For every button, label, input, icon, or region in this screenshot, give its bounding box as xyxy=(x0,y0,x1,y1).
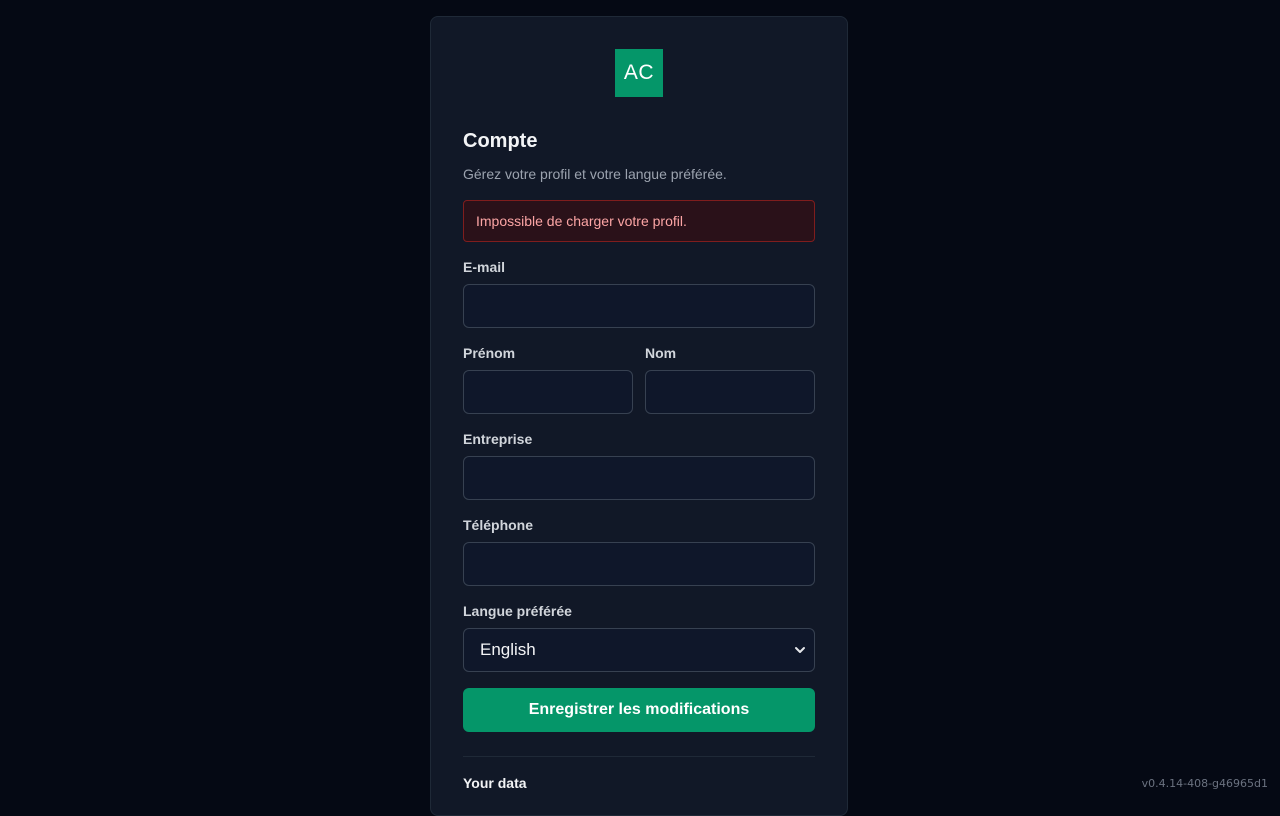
phone-label: Téléphone xyxy=(463,516,815,534)
page-title: Compte xyxy=(463,129,815,153)
save-button[interactable]: Enregistrer les modifications xyxy=(463,688,815,732)
language-field-group: Langue préférée English xyxy=(463,602,815,672)
email-input[interactable] xyxy=(463,284,815,328)
email-field-group: E-mail xyxy=(463,258,815,328)
account-card: AC Compte Gérez votre profil et votre la… xyxy=(430,16,848,816)
version-label: v0.4.14-408-g46965d1 xyxy=(1142,777,1268,790)
language-label: Langue préférée xyxy=(463,602,815,620)
your-data-heading: Your data xyxy=(463,775,815,791)
first-name-label: Prénom xyxy=(463,344,633,362)
first-name-input[interactable] xyxy=(463,370,633,414)
language-select[interactable]: English xyxy=(463,628,815,672)
chevron-down-icon xyxy=(794,644,806,656)
last-name-field-group: Nom xyxy=(645,344,815,414)
name-row: Prénom Nom xyxy=(463,328,815,414)
logo-container: AC xyxy=(463,49,815,97)
email-label: E-mail xyxy=(463,258,815,276)
page-subtitle: Gérez votre profil et votre langue préfé… xyxy=(463,165,815,183)
company-input[interactable] xyxy=(463,456,815,500)
company-label: Entreprise xyxy=(463,430,815,448)
last-name-label: Nom xyxy=(645,344,815,362)
phone-input[interactable] xyxy=(463,542,815,586)
phone-field-group: Téléphone xyxy=(463,516,815,586)
error-message: Impossible de charger votre profil. xyxy=(476,213,687,229)
section-divider xyxy=(463,756,815,757)
app-logo: AC xyxy=(615,49,663,97)
last-name-input[interactable] xyxy=(645,370,815,414)
first-name-field-group: Prénom xyxy=(463,344,633,414)
company-field-group: Entreprise xyxy=(463,430,815,500)
error-alert: Impossible de charger votre profil. xyxy=(463,200,815,242)
language-selected-value: English xyxy=(480,640,536,660)
